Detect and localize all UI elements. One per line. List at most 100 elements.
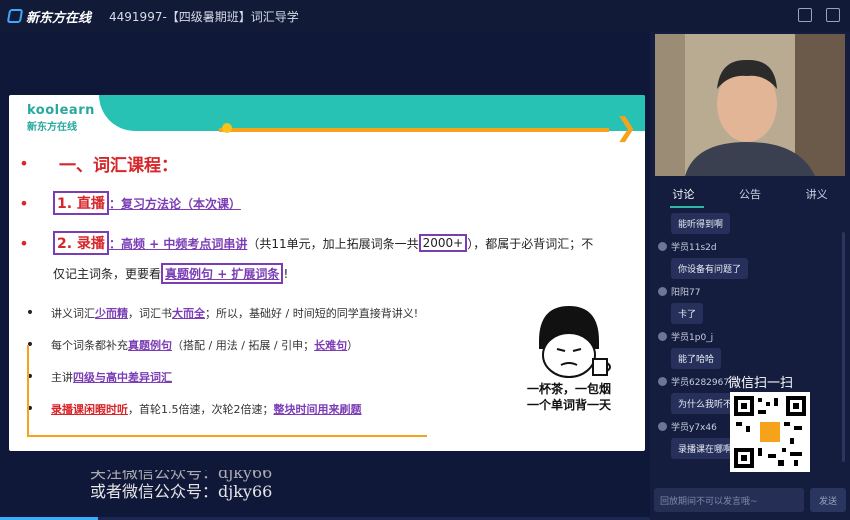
background-text-line0: 关注微信公众号：djky66 (90, 470, 273, 482)
meme-face-icon (539, 306, 611, 378)
koolearn-logo-bottom: 新东方在线 (27, 122, 77, 133)
chat-text: 能听得到啊 (671, 213, 731, 234)
point-4-c: 整块时间用来刷题 (273, 403, 362, 416)
point-2-a: 每个词条都补充 (51, 339, 128, 352)
record-line2-b: 真题例句 + 扩展词条 (161, 263, 284, 284)
chat-message: 阳阳77 卡了 (658, 285, 828, 324)
chat-user: 学员1p0_j (671, 333, 714, 343)
avatar-icon (658, 287, 667, 296)
logo-icon (6, 9, 24, 23)
point-1: • 讲义词汇 少而精 ，词汇书 大而全 ；所以，基础好 / 时间短的同学直接背讲… (9, 305, 418, 321)
slide-heading: 一、词汇课程： (59, 156, 178, 176)
bullet-icon: • (25, 369, 35, 385)
bullet-icon: • (19, 154, 29, 173)
point-4-a: 录播课闲暇时听 (51, 403, 128, 416)
record-row: • 2. 录播 ：高频 + 中频考点词串讲 （共11单元，加上拓展词条一共 20… (9, 231, 593, 255)
chat-text: 为什么我听不 (671, 393, 740, 414)
title-bar: 新东方在线 4491997-【四级暑期班】词汇导学 (0, 0, 850, 32)
chat-text: 能了哈哈 (671, 348, 722, 369)
slide-frame-line (27, 345, 29, 437)
point-3-b: 四级与高中差异词汇 (73, 371, 172, 384)
bullet-icon: • (25, 401, 35, 417)
background-text-line1: 或者微信公众号：djky66 (90, 482, 273, 501)
record-label: 2. 录播 (53, 231, 109, 255)
avatar-icon (658, 422, 667, 431)
app-logo-text: 新东方在线 (26, 10, 92, 26)
point-2-c: （搭配 / 用法 / 拓展 / 引申； (172, 339, 315, 352)
chat-message: 学员1p0_j 能了哈哈 (658, 330, 828, 369)
point-1-b: 少而精 (95, 307, 128, 320)
point-4: • 录播课闲暇时听 ，首轮1.5倍速，次轮2倍速； 整块时间用来刷题 (9, 401, 362, 417)
chat-text: 你设备有问题了 (671, 258, 749, 279)
teacher-camera (655, 34, 845, 176)
meme-line-1: 一杯茶，一包烟 (526, 382, 611, 396)
header-band (99, 95, 645, 131)
send-button[interactable]: 发送 (810, 488, 846, 512)
record-line2-a: 仅记主词条，更要看 (53, 267, 162, 281)
teacher-video-icon (655, 34, 845, 176)
background-text: 关注微信公众号：djky66 或者微信公众号：djky66 (90, 470, 272, 502)
koolearn-logo-top: koolearn (27, 103, 95, 118)
tab-handout[interactable]: 讲义 (806, 186, 828, 202)
record-row-2: 仅记主词条，更要看 真题例句 + 扩展词条 ! (53, 263, 288, 284)
tab-discussion[interactable]: 讨论 (672, 186, 694, 202)
bullet-icon: • (25, 305, 35, 321)
avatar-icon (658, 377, 667, 386)
tab-notice[interactable]: 公告 (739, 186, 761, 202)
pip-icon[interactable] (798, 8, 812, 22)
chat-user: 阳阳77 (671, 288, 701, 298)
chat-input[interactable]: 回放期间不可以发言哦~ (654, 488, 804, 512)
chat-text: 录播课在哪啊 (671, 438, 740, 459)
live-row: • 1. 直播 ：复习方法论（本次课） (9, 191, 241, 215)
meme-sticker: 一杯茶，一包烟 一个单词背一天 (509, 301, 629, 431)
window-title: 4491997-【四级暑期班】词汇导学 (109, 9, 299, 24)
live-label: 1. 直播 (53, 191, 109, 215)
chat-user: 学员y7x46 (671, 423, 717, 433)
point-3-a: 主讲 (51, 371, 73, 384)
koolearn-logo: koolearn 新东方在线 (27, 103, 95, 133)
panel-tabs: 讨论 公告 讲义 (650, 182, 850, 206)
bullet-icon: • (19, 193, 29, 213)
lecture-slide: ❯ koolearn 新东方在线 • 一、词汇课程： • 1. 直播 ：复习方法… (9, 95, 645, 451)
qr-title: 微信扫一扫 (728, 376, 794, 391)
record-desc-b: （共11单元，加上拓展词条一共 (247, 236, 419, 251)
record-desc-a: ：高频 + 中频考点词串讲 (108, 236, 248, 251)
maximize-icon[interactable] (826, 8, 840, 22)
point-1-c: ，词汇书 (128, 307, 172, 320)
chat-user: 学员11s2d (671, 243, 717, 253)
qr-code-icon (734, 396, 806, 468)
header-underline (219, 128, 609, 132)
slide-header: ❯ koolearn 新东方在线 (9, 95, 645, 143)
header-dot (222, 123, 232, 133)
record-line2-c: ! (283, 266, 289, 281)
bullet-icon: • (25, 337, 35, 353)
point-2-e: ） (347, 339, 359, 352)
avatar-icon (658, 332, 667, 341)
record-count: 2000+ (418, 234, 468, 252)
meme-caption: 一杯茶，一包烟 一个单词背一天 (509, 381, 629, 413)
chat-message: 学员11s2d 你设备有问题了 (658, 240, 828, 279)
slide-heading-row: • 一、词汇课程： (9, 151, 178, 176)
chat-message: 能听得到啊 (658, 212, 828, 234)
chevron-right-icon: ❯ (615, 113, 637, 143)
slide-frame-line (27, 435, 427, 437)
point-3: • 主讲 四级与高中差异词汇 (9, 369, 172, 385)
qr-code (730, 392, 810, 472)
meme-line-2: 一个单词背一天 (526, 398, 611, 412)
point-2-d: 长难句 (314, 339, 348, 352)
live-desc: ：复习方法论（本次课） (108, 196, 241, 211)
avatar-icon (658, 242, 667, 251)
record-desc-c: ），都属于必背词汇；不 (467, 236, 594, 251)
point-1-a: 讲义词汇 (51, 307, 95, 320)
chat-scrollbar[interactable] (842, 232, 845, 462)
chat-text: 卡了 (671, 303, 704, 324)
active-tab-indicator (670, 206, 704, 208)
bullet-icon: • (19, 233, 29, 253)
point-2-b: 真题例句 (128, 339, 172, 352)
chat-user: 学员6282967 (671, 378, 730, 388)
point-1-d: 大而全 (172, 307, 205, 320)
point-2: • 每个词条都补充 真题例句 （搭配 / 用法 / 拓展 / 引申； 长难句 ） (9, 337, 358, 353)
point-1-e: ；所以，基础好 / 时间短的同学直接背讲义! (205, 307, 419, 320)
app-logo: 新东方在线 (6, 7, 92, 26)
point-4-b: ，首轮1.5倍速，次轮2倍速； (128, 403, 274, 416)
